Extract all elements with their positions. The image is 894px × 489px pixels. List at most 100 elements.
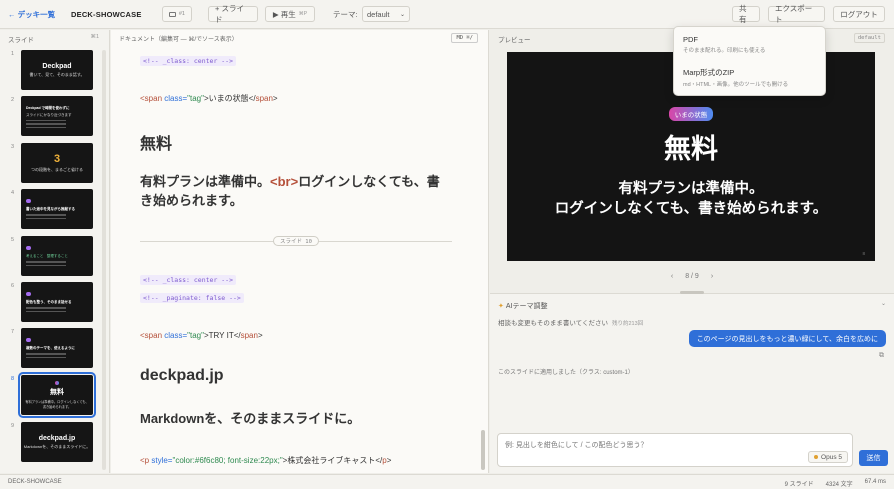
- slide-thumb-8[interactable]: 無料 有料プランは準備中。ログインしなくても、書き始められます。: [18, 372, 96, 418]
- paragraph-pricing: 有料プランは準備中。<br>ログインしなくても、書き始められます。: [140, 174, 440, 208]
- thumb-number: 5: [11, 237, 15, 243]
- send-button[interactable]: 送信: [859, 450, 888, 466]
- status-render-time: 67.4 ms: [864, 479, 886, 485]
- slide-thumb-5[interactable]: 考えること 整理すること: [21, 236, 93, 276]
- thumb-title: 無料: [50, 389, 64, 396]
- slide-page-number: 8: [862, 251, 865, 256]
- thumb-tag: [26, 292, 31, 296]
- span-tag-line: <span class="tag">TRY IT</span>: [140, 331, 263, 340]
- thumb-text: Markdownを、そのままスライドに。: [23, 443, 91, 449]
- slide-thumb-7[interactable]: 複数のテーマを、使えるように: [21, 328, 93, 368]
- resize-handle[interactable]: [680, 291, 704, 294]
- ai-input[interactable]: 例: 見出しを紺色にして / この配色どう思う？ Opus 5: [497, 433, 853, 467]
- paginate-comment: <!-- _paginate: false -->: [140, 293, 244, 303]
- play-label: ▶ 再生: [272, 9, 296, 19]
- slide-indicator-text: #1: [178, 11, 185, 17]
- play-button[interactable]: ▶ 再生 ⌘P: [265, 6, 315, 22]
- next-slide-button[interactable]: ›: [711, 273, 713, 280]
- thumb-big-number: 3: [53, 152, 61, 165]
- ai-note: 相談も変更もそのまま書いてください 残り約213回: [498, 320, 644, 327]
- copy-icon[interactable]: ⧉: [879, 352, 884, 360]
- thumb-number: 9: [11, 423, 15, 429]
- thumb-number: 8: [11, 376, 15, 382]
- sidebar-shortcut: ⌘1: [90, 34, 99, 40]
- class-comment: <!-- _class: center -->: [140, 275, 237, 285]
- thumb-tag: [26, 338, 31, 342]
- top-bar: ← デッキ一覧 DECK-SHOWCASE #1 + スライド ▶ 再生 ⌘P …: [0, 0, 894, 29]
- deck-title: DECK-SHOWCASE: [71, 9, 142, 19]
- ai-header: ✦ AIテーマ調整: [498, 303, 548, 310]
- model-select[interactable]: Opus 5: [808, 451, 848, 463]
- export-button[interactable]: エクスポート: [768, 4, 825, 24]
- slide-thumb-1[interactable]: Deckpad 書いて、見て、そのまま話す。: [21, 50, 93, 90]
- user-message: このページの見出しをもっと濃い緑にして、余白を広めに: [688, 330, 886, 347]
- logout-button[interactable]: ログアウト: [833, 6, 885, 22]
- p-tag-line: <p style="color:#6f6c80; font-size:22px;…: [140, 456, 392, 465]
- ai-theme-panel: ✦ AIテーマ調整 ⌄ 相談も変更もそのまま書いてください 残り約213回 このペー…: [490, 291, 894, 473]
- thumb-title: Deckpad で時間を使わずに: [26, 105, 70, 110]
- status-deck-name: DECK-SHOWCASE: [8, 479, 62, 485]
- model-dot-icon: [814, 455, 819, 459]
- thumb-text: スライドにかなり近づきます: [26, 112, 72, 117]
- span-tag-line: <span class="tag">いまの状態</span>: [140, 94, 278, 103]
- slide-thumb-2[interactable]: Deckpad で時間を使わずに スライドにかなり近づきます: [21, 96, 93, 136]
- collapse-icon[interactable]: ⌄: [881, 300, 886, 307]
- status-slide-count: 9 スライド: [784, 482, 814, 488]
- slide-thumb-3[interactable]: 3 つの段階を、まるごと省ける: [21, 143, 93, 183]
- editor-scrollbar[interactable]: [481, 430, 485, 470]
- thumb-title: 配色も整う、そのまま話せる: [26, 300, 72, 304]
- thumb-number: 2: [11, 97, 15, 103]
- chevron-down-icon: ⌄: [399, 11, 405, 18]
- heading-deckpad: deckpad.jp: [140, 367, 224, 384]
- slide-thumb-4[interactable]: 書いた途中を見ながら推敲する: [21, 189, 93, 229]
- slide-thumb-6[interactable]: 配色も整う、そのまま話せる: [21, 282, 93, 322]
- theme-label: テーマ:: [333, 9, 358, 19]
- thumb-number: 3: [11, 144, 15, 150]
- add-slide-button[interactable]: + スライド: [208, 4, 258, 24]
- play-shortcut: ⌘P: [298, 11, 308, 17]
- preview-header: プレビュー: [498, 37, 531, 44]
- thumb-title: 考えること 整理すること: [26, 254, 68, 258]
- thumb-text: 書いて、見て、そのまま話す。: [29, 71, 85, 77]
- thumb-title: 書いた途中を見ながら推敲する: [26, 207, 75, 211]
- thumb-number: 4: [11, 190, 15, 196]
- share-button[interactable]: 共有: [732, 4, 760, 24]
- ai-input-placeholder: 例: 見出しを紺色にして / この配色どう思う？: [505, 442, 648, 449]
- export-menu: PDF そのまま配れる。印刷にも使える Marp形式のZIP md・HTML・画…: [673, 26, 826, 96]
- markdown-toggle-button[interactable]: MD ⌘/: [451, 33, 478, 43]
- thumb-number: 7: [11, 329, 15, 335]
- sidebar-header: スライド: [8, 37, 34, 44]
- status-char-count: 4324 文字: [825, 482, 853, 488]
- thumb-title: deckpad.jp: [38, 434, 76, 442]
- document-editor[interactable]: ドキュメント（編集可 — ⌘/でソース表示） MD ⌘/ <!-- _class…: [111, 30, 489, 473]
- slide-body: 有料プランは準備中。 ログインしなくても、書き始められます。: [554, 181, 828, 217]
- slide-thumb-9[interactable]: deckpad.jp Markdownを、そのままスライドに。: [21, 422, 93, 462]
- theme-tag: default: [853, 33, 885, 43]
- export-marp-zip-item[interactable]: Marp形式のZIP md・HTML・画像。他のツールでも開ける: [683, 67, 788, 88]
- page-indicator: 8 / 9: [685, 273, 699, 280]
- status-bar: DECK-SHOWCASE 9 スライド 4324 文字 67.4 ms: [0, 474, 894, 489]
- thumb-tag: [26, 246, 31, 250]
- sparkle-icon: ✦: [498, 303, 504, 310]
- sidebar-scrollbar[interactable]: [102, 50, 106, 470]
- thumb-number: 1: [11, 51, 15, 57]
- export-pdf-item[interactable]: PDF そのまま配れる。印刷にも使える: [683, 35, 765, 54]
- slide-pager: ‹ 8 / 9 ›: [490, 273, 894, 280]
- slide-icon: [169, 11, 176, 17]
- theme-select[interactable]: default ⌄: [362, 6, 410, 22]
- thumb-tag: [26, 199, 31, 203]
- slide-indicator-button[interactable]: #1: [162, 6, 192, 22]
- thumb-title: 複数のテーマを、使えるように: [26, 346, 75, 350]
- heading-free: 無料: [140, 136, 173, 153]
- slide-sidebar: スライド ⌘1 1 Deckpad 書いて、見て、そのまま話す。 2 Deckp…: [0, 30, 110, 473]
- back-to-decks-link[interactable]: ← デッキ一覧: [8, 6, 55, 22]
- document-header: ドキュメント（編集可 — ⌘/でソース表示）: [119, 37, 238, 43]
- thumb-tag: [54, 381, 60, 385]
- applied-message: このスライドに適用しました（クラス: custom-1）: [498, 370, 634, 376]
- thumb-text: つの段階を、まるごと省ける: [31, 166, 83, 172]
- slide-title: 無料: [664, 134, 718, 165]
- prev-slide-button[interactable]: ‹: [671, 273, 673, 280]
- slide-separator-label: スライド 10: [273, 236, 319, 246]
- thumb-text: 有料プランは準備中。ログインしなくても、書き始められます。: [25, 400, 89, 409]
- paragraph-tagline: Markdownを、そのままスライドに。: [140, 411, 361, 426]
